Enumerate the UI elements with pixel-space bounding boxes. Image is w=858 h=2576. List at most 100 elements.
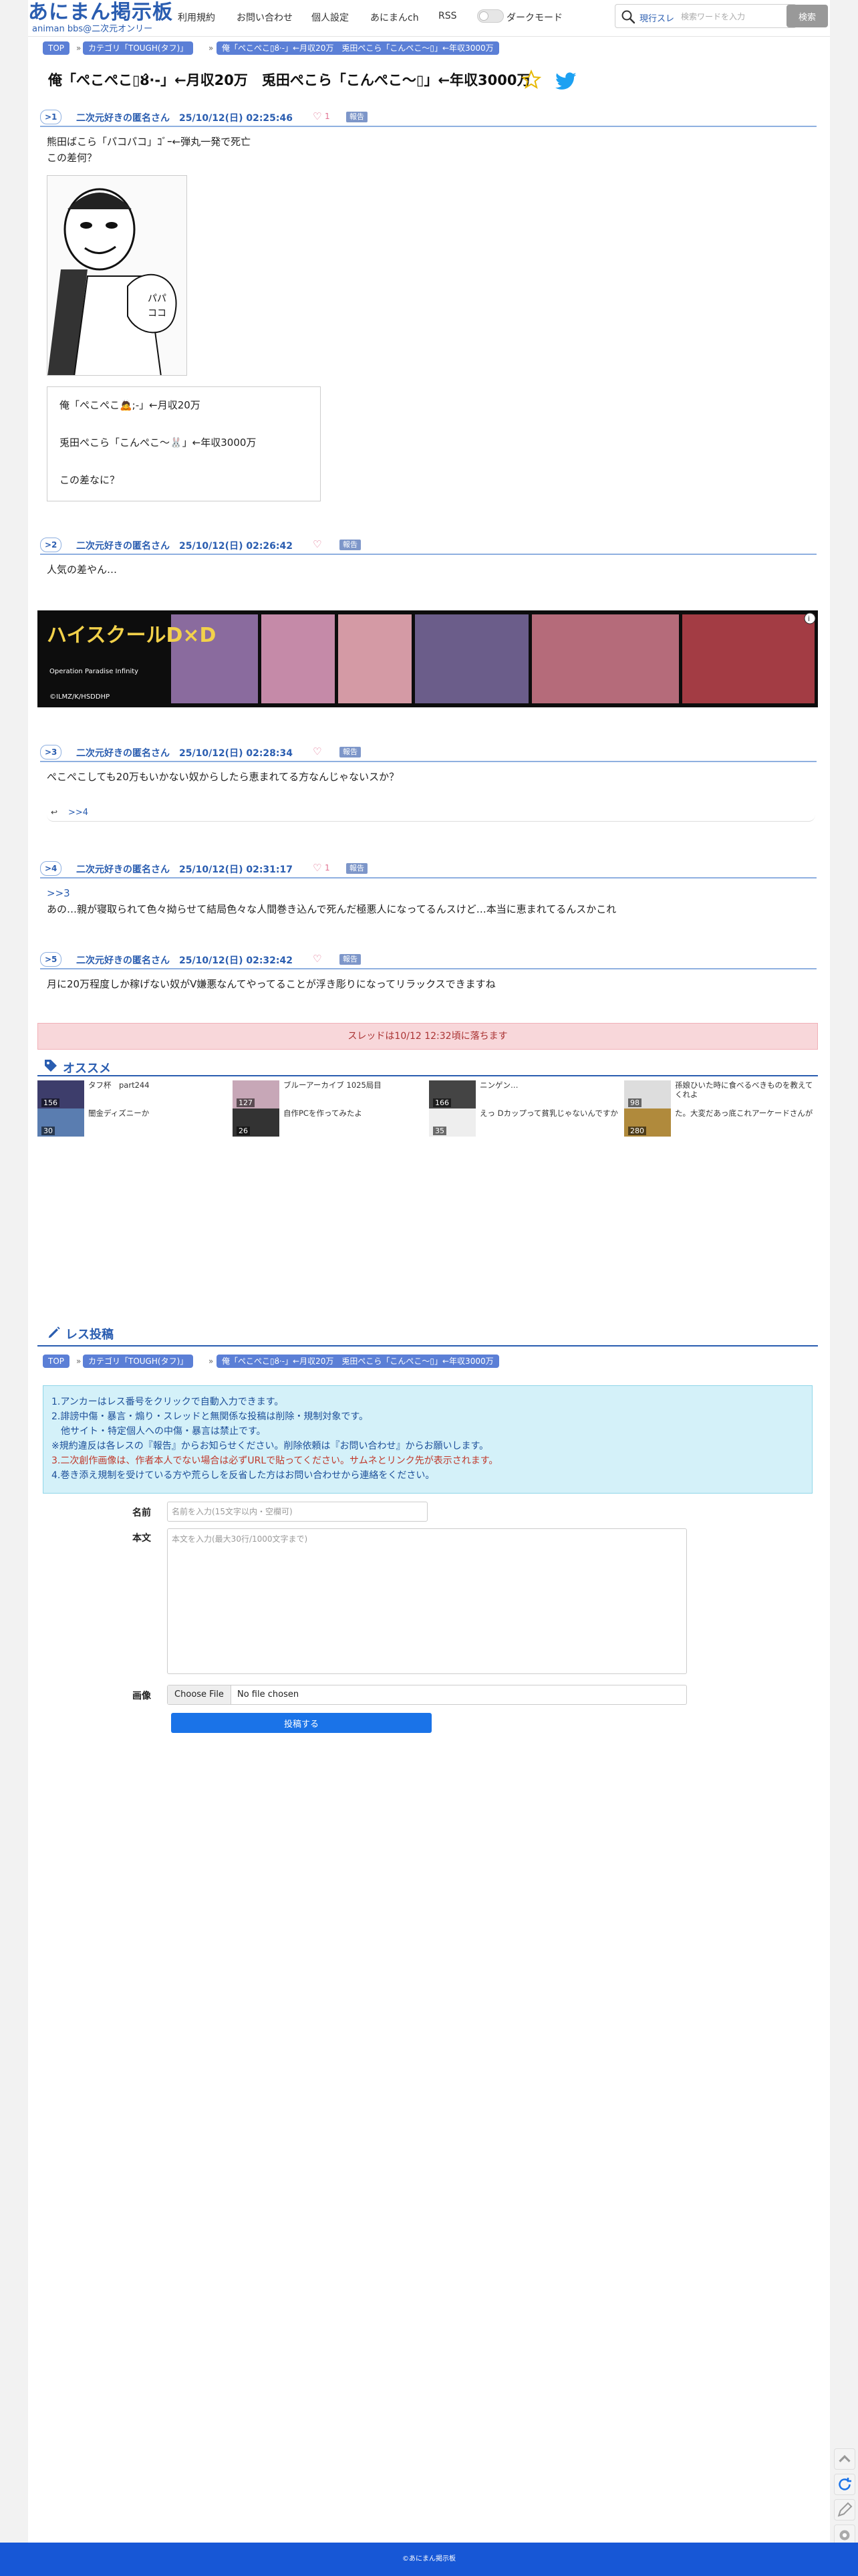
quoted-text-image[interactable]: 俺「ぺこぺこ🙇;-」←月収20万 兎田ぺこら「こんぺこ〜🐰」←年収3000万 こ… xyxy=(47,386,321,501)
post-text: あの…親が寝取られて色々拗らせて結局色々な人間巻き込んで死んだ極悪人になってるん… xyxy=(47,903,617,915)
ad-subtitle: Operation Paradise Infinity xyxy=(49,668,139,675)
manga-speech-text: パパ xyxy=(148,294,166,304)
recommend-title: オススメ xyxy=(63,1062,111,1076)
nav-contact[interactable]: お問い合わせ xyxy=(237,11,293,24)
favorite-star-icon[interactable] xyxy=(521,70,541,90)
recommend-item[interactable]: 280 た。大変だあっ底これアーケードさんが xyxy=(624,1108,818,1137)
thread-expire-notice: スレッドは10/12 12:32頃に落ちます xyxy=(37,1023,818,1050)
breadcrumb-separator: » xyxy=(76,43,82,53)
post-number[interactable]: >3 xyxy=(40,745,62,759)
like-heart-icon[interactable]: ♡ xyxy=(313,862,321,874)
breadcrumb-thread[interactable]: 俺「ぺこぺこ▯ȣ̂·-」←月収20万 兎田ぺこら「こんぺこ〜▯」←年収3000万 xyxy=(217,41,499,55)
name-field[interactable] xyxy=(167,1502,428,1522)
breadcrumb-top[interactable]: TOP xyxy=(43,1355,70,1368)
reload-button[interactable] xyxy=(834,2474,855,2495)
report-button[interactable]: 報告 xyxy=(339,540,361,550)
site-footer: ©あにまん掲示板 xyxy=(0,2543,858,2576)
reload-icon xyxy=(839,2478,851,2490)
ad-copyright: ©ILMZ/K/HSDDHP xyxy=(49,693,110,701)
pencil-icon xyxy=(48,1326,60,1338)
breadcrumb-thread[interactable]: 俺「ぺこぺこ▯ȣ̂·-」←月収20万 兎田ぺこら「こんぺこ〜▯」←年収3000万 xyxy=(217,1355,499,1368)
rule-line: ※規約違反は各レスの『報告』からお知らせください。削除依頼は『お問い合わせ』から… xyxy=(51,1441,489,1451)
image-label: 画像 xyxy=(132,1691,151,1702)
recommend-item[interactable]: 156 タフ杯 part244 xyxy=(37,1080,231,1108)
manga-speech-text: ココ xyxy=(148,308,166,319)
search-input[interactable] xyxy=(680,7,793,26)
recommend-item[interactable]: 166 ニンゲン… xyxy=(429,1080,623,1108)
recommend-thumbnail: 30 xyxy=(37,1108,84,1137)
search-icon[interactable] xyxy=(620,9,636,25)
body-textarea[interactable] xyxy=(167,1528,687,1674)
recommend-item[interactable]: 127 ブルーアーカイブ 1025局目 xyxy=(233,1080,426,1108)
comment-count: 30 xyxy=(41,1127,55,1135)
recommend-item-title: 孫娘ひいた時に食べるべきものを教えてくれよ xyxy=(675,1080,813,1099)
like-heart-icon[interactable]: ♡ xyxy=(313,110,321,122)
scroll-top-button[interactable] xyxy=(834,2448,855,2470)
post-header-4: >4 二次元好きの匿名さん 25/10/12(日) 02:31:17 ♡ 1 報… xyxy=(40,861,817,879)
breadcrumb-separator: » xyxy=(76,1357,82,1366)
quote-line: この差なに？ xyxy=(59,474,120,486)
recommend-item[interactable]: 26 自作PCを作ってみたよ xyxy=(233,1108,426,1137)
recommend-item-title: 自作PCを作ってみたよ xyxy=(283,1108,362,1118)
post-number[interactable]: >1 xyxy=(40,110,62,124)
report-button[interactable]: 報告 xyxy=(339,954,361,965)
breadcrumb-category[interactable]: カテゴリ「TOUGH(タフ)」 xyxy=(83,41,194,55)
thread-title: 俺「ぺこぺこ▯ȣ̂·-」←月収20万 兎田ぺこら「こんぺこ〜▯」←年収3000万 xyxy=(48,72,531,88)
write-button[interactable] xyxy=(834,2499,855,2521)
recommend-divider xyxy=(37,1075,818,1076)
dark-mode-toggle[interactable] xyxy=(477,9,504,23)
tag-icon xyxy=(45,1060,57,1072)
search-button[interactable]: 検索 xyxy=(786,5,828,27)
reply-link[interactable]: >>4 xyxy=(68,808,88,818)
recommend-item-title: ニンゲン… xyxy=(480,1080,519,1090)
nav-terms[interactable]: 利用規約 xyxy=(178,11,215,24)
twitter-icon[interactable] xyxy=(555,72,577,91)
manga-illustration: パパ ココ xyxy=(47,176,186,375)
nav-animanch[interactable]: あにまんch xyxy=(370,11,419,24)
post-image[interactable]: パパ ココ xyxy=(47,175,187,376)
recommend-item[interactable]: 98 孫娘ひいた時に食べるべきものを教えてくれよ xyxy=(624,1080,818,1108)
nav-settings[interactable]: 個人設定 xyxy=(311,11,349,24)
recommend-item-title: ブルーアーカイブ 1025局目 xyxy=(283,1080,382,1090)
post-meta: 二次元好きの匿名さん 25/10/12(日) 02:31:17 xyxy=(76,864,293,875)
anchor-link[interactable]: >>3 xyxy=(47,885,70,901)
rule-line: 4.巻き添え規制を受けている方や荒らしを反省した方はお問い合わせから連絡をくださ… xyxy=(51,1470,435,1481)
nav-rss[interactable]: RSS xyxy=(438,11,457,21)
post-number[interactable]: >2 xyxy=(40,538,62,552)
toggle-knob xyxy=(479,11,488,21)
search-scope-select[interactable]: 現行スレ xyxy=(639,11,674,24)
rule-line: 2.誹謗中傷・暴言・煽り・スレッドと無関係な投稿は削除・規制対象です。 xyxy=(51,1411,368,1422)
like-heart-icon[interactable]: ♡ xyxy=(313,538,321,550)
logo-sub-text: animan bbs@二次元オンリー xyxy=(32,24,153,34)
breadcrumb-separator: » xyxy=(208,1357,214,1366)
breadcrumb-separator: » xyxy=(208,43,214,53)
post-number[interactable]: >4 xyxy=(40,861,62,876)
like-heart-icon[interactable]: ♡ xyxy=(313,953,321,965)
dark-mode-label: ダークモード xyxy=(507,13,563,23)
choose-file-button[interactable]: Choose File xyxy=(168,1685,231,1704)
post-header-5: >5 二次元好きの匿名さん 25/10/12(日) 02:32:42 ♡ 報告 xyxy=(40,952,817,969)
report-button[interactable]: 報告 xyxy=(346,863,368,874)
report-button[interactable]: 報告 xyxy=(346,112,368,122)
image-file-input[interactable]: Choose File No file chosen xyxy=(167,1685,687,1705)
post-meta: 二次元好きの匿名さん 25/10/12(日) 02:32:42 xyxy=(76,955,293,966)
ad-title: ハイスクールD×D xyxy=(47,624,217,647)
post-number[interactable]: >5 xyxy=(40,952,62,967)
reply-bar: ↩ >>4 xyxy=(47,806,815,822)
recommend-item-title: えっ Dカップって貧乳じゃないんですか xyxy=(480,1108,618,1118)
file-status: No file chosen xyxy=(237,1689,299,1700)
recommend-item[interactable]: 30 闇金ディズニーか xyxy=(37,1108,231,1137)
breadcrumb-top[interactable]: TOP xyxy=(43,41,70,55)
comment-count: 280 xyxy=(628,1127,646,1135)
submit-post-button[interactable]: 投稿する xyxy=(171,1713,432,1733)
like-count: 1 xyxy=(325,863,330,872)
like-heart-icon[interactable]: ♡ xyxy=(313,745,321,757)
post-text: 熊田ばこら「パコパコ」ｺﾞｰ←弾丸一発で死亡 xyxy=(47,136,251,148)
rule-line: 他サイト・特定個人への中傷・暴言は禁止です。 xyxy=(51,1426,266,1437)
site-logo[interactable]: あにまん掲示板 animan bbs@二次元オンリー xyxy=(28,1,172,35)
page: あにまん掲示板 animan bbs@二次元オンリー 利用規約 お問い合わせ 個… xyxy=(28,0,830,2576)
report-button[interactable]: 報告 xyxy=(339,747,361,757)
ad-banner[interactable]: i ハイスクールD×D Operation Paradise Infinity … xyxy=(37,610,818,707)
recommend-item[interactable]: 35 えっ Dカップって貧乳じゃないんですか xyxy=(429,1108,623,1137)
breadcrumb-category[interactable]: カテゴリ「TOUGH(タフ)」 xyxy=(83,1355,194,1368)
